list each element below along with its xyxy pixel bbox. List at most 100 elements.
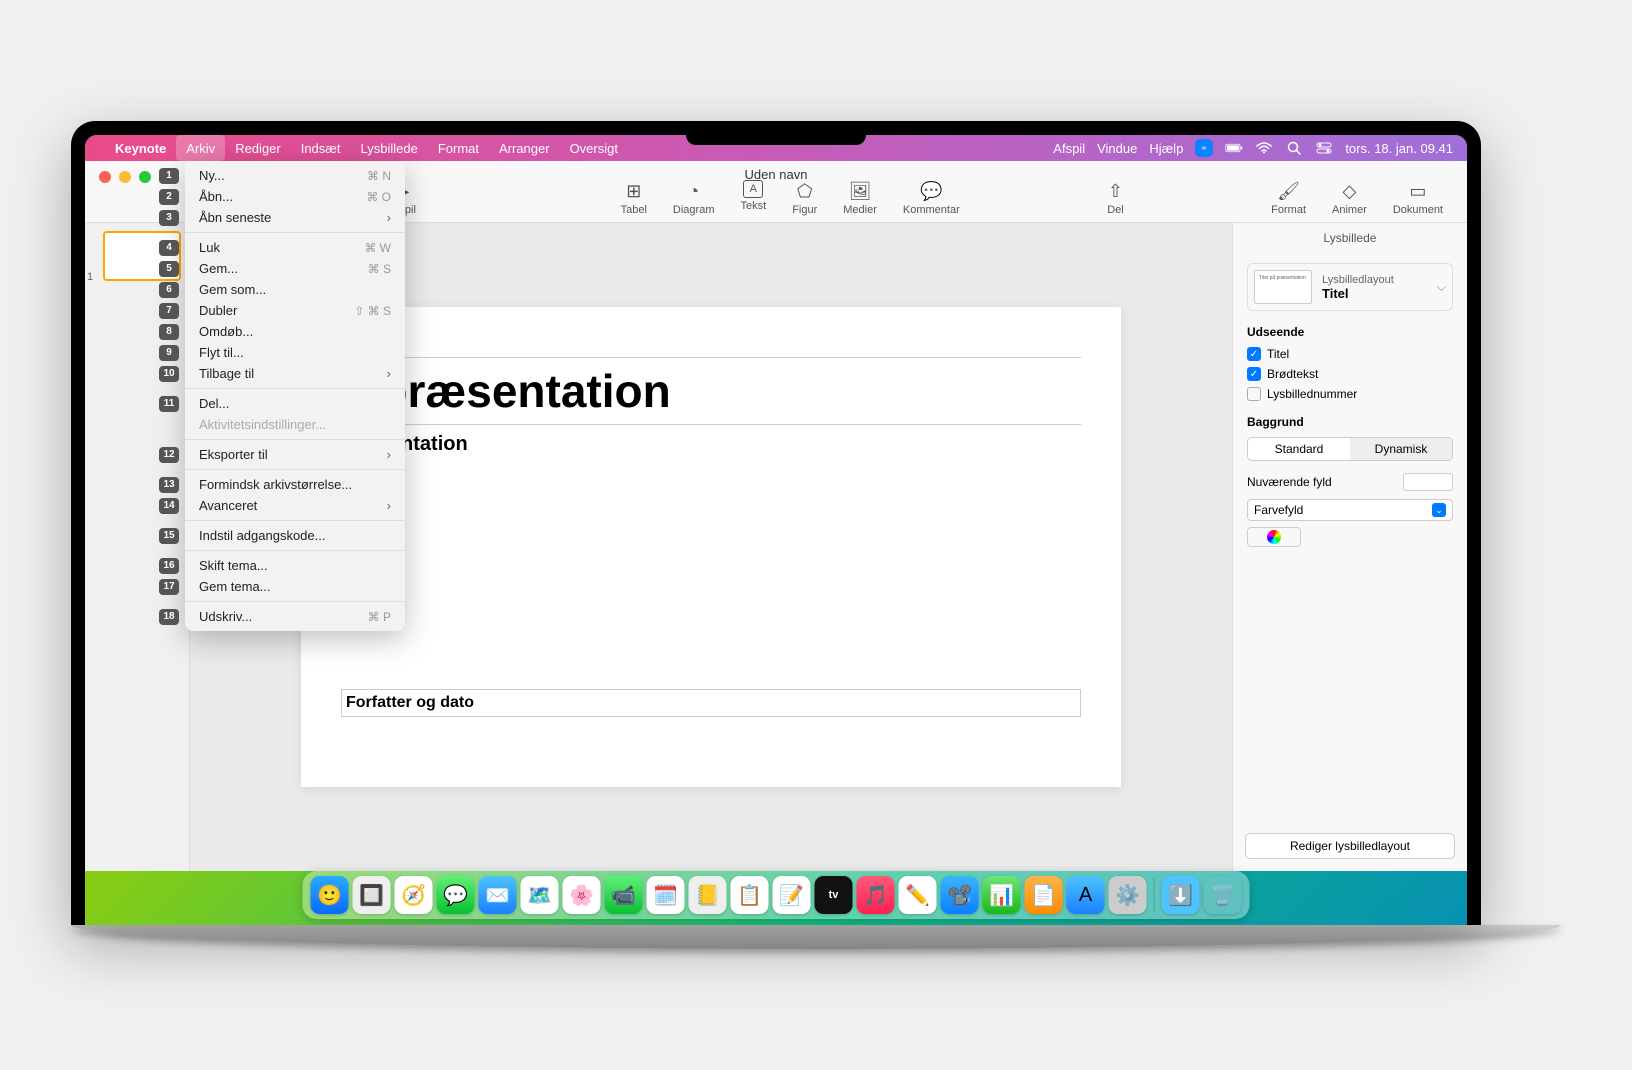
dock-notes[interactable]: 📝 — [773, 876, 811, 914]
menu-item[interactable]: 3Åbn seneste› — [185, 207, 405, 228]
dock-facetime[interactable]: 📹 — [605, 876, 643, 914]
menu-item[interactable]: 6Gem som... — [185, 279, 405, 300]
spotlight-icon[interactable] — [1285, 139, 1303, 157]
menu-hjaelp[interactable]: Hjælp — [1149, 141, 1183, 156]
checkbox-body[interactable]: ✓ — [1247, 367, 1261, 381]
dock-maps[interactable]: 🗺️ — [521, 876, 559, 914]
chevron-right-icon: › — [387, 366, 391, 381]
checkbox-title[interactable]: ✓ — [1247, 347, 1261, 361]
menu-arranger[interactable]: Arranger — [489, 135, 560, 161]
dock-downloads[interactable]: ⬇️ — [1162, 876, 1200, 914]
menu-item-label: Flyt til... — [199, 345, 244, 360]
menu-item[interactable]: 16Skift tema... — [185, 555, 405, 576]
dock-calendar[interactable]: 🗓️ — [647, 876, 685, 914]
dock-reminders[interactable]: 📋 — [731, 876, 769, 914]
menu-item[interactable]: 1Ny...⌘ N — [185, 165, 405, 186]
apple-menu[interactable] — [85, 135, 105, 161]
dock-mail[interactable]: ✉️ — [479, 876, 517, 914]
color-well[interactable] — [1247, 527, 1301, 547]
menubar-datetime[interactable]: tors. 18. jan. 09.41 — [1345, 141, 1453, 156]
menu-item-badge: 1 — [159, 168, 179, 184]
dock-numbers[interactable]: 📊 — [983, 876, 1021, 914]
menu-indsaet[interactable]: Indsæt — [291, 135, 351, 161]
audio-icon[interactable] — [1195, 139, 1213, 157]
format-panel-button[interactable]: 🖌Format — [1261, 180, 1316, 216]
wifi-icon[interactable] — [1255, 139, 1273, 157]
slide-author-text[interactable]: Forfatter og dato — [341, 689, 1081, 717]
menu-item[interactable]: 15Indstil adgangskode... — [185, 525, 405, 546]
menu-item-label: Dubler — [199, 303, 237, 318]
menu-item[interactable]: 12Eksporter til› — [185, 444, 405, 465]
comment-button[interactable]: 💬Kommentar — [893, 180, 970, 216]
menu-item-label: Gem tema... — [199, 579, 271, 594]
menu-item-label: Åbn seneste — [199, 210, 271, 225]
menu-item[interactable]: 5Gem...⌘ S — [185, 258, 405, 279]
share-button[interactable]: ⇧Del — [1094, 180, 1136, 216]
menu-item[interactable]: 7Dubler⇧ ⌘ S — [185, 300, 405, 321]
menu-item[interactable]: 13Formindsk arkivstørrelse... — [185, 474, 405, 495]
slide-navigator[interactable]: 1 — [85, 223, 190, 871]
menu-item[interactable]: 11Del... — [185, 393, 405, 414]
dock-appstore[interactable]: A — [1067, 876, 1105, 914]
edit-layout-button[interactable]: Rediger lysbilledlayout — [1245, 833, 1455, 859]
control-center-icon[interactable] — [1315, 139, 1333, 157]
fill-type-value: Farvefyld — [1254, 503, 1303, 517]
dock-music[interactable]: 🎵 — [857, 876, 895, 914]
shape-label: Figur — [792, 204, 817, 216]
dock-finder[interactable]: 🙂 — [311, 876, 349, 914]
table-button[interactable]: ⊞Tabel — [611, 180, 657, 216]
menu-vindue[interactable]: Vindue — [1097, 141, 1137, 156]
app-name[interactable]: Keynote — [105, 135, 176, 161]
layout-picker[interactable]: Titel på præsentation Lysbilledlayout Ti… — [1247, 263, 1453, 311]
text-label: Tekst — [741, 200, 767, 212]
current-fill-swatch[interactable] — [1403, 473, 1453, 491]
dock-tv[interactable]: tv — [815, 876, 853, 914]
menu-item[interactable]: 9Flyt til... — [185, 342, 405, 363]
shape-icon: ⬠ — [794, 180, 816, 202]
dock-contacts[interactable]: 📒 — [689, 876, 727, 914]
dock-photos[interactable]: 🌸 — [563, 876, 601, 914]
menu-item[interactable]: 10Tilbage til› — [185, 363, 405, 384]
dock-keynote[interactable]: 📽️ — [941, 876, 979, 914]
dock-settings[interactable]: ⚙️ — [1109, 876, 1147, 914]
text-button[interactable]: ATekst — [731, 180, 777, 216]
slide-subtitle-text[interactable]: præsentation — [341, 433, 1081, 456]
document-panel-button[interactable]: ▭Dokument — [1383, 180, 1453, 216]
dock-freeform[interactable]: ✏️ — [899, 876, 937, 914]
checkbox-slidenumber-label: Lysbillednummer — [1267, 387, 1357, 401]
media-button[interactable]: 🖼Medier — [833, 180, 887, 216]
animate-panel-button[interactable]: ◇Animer — [1322, 180, 1377, 216]
menu-afspil[interactable]: Afspil — [1053, 141, 1085, 156]
menu-item[interactable]: 4Luk⌘ W — [185, 237, 405, 258]
chart-label: Diagram — [673, 204, 715, 216]
fill-type-select[interactable]: Farvefyld ⌄ — [1247, 499, 1453, 521]
menu-oversigt[interactable]: Oversigt — [560, 135, 628, 161]
slide[interactable]: å præsentation præsentation Forfatter og… — [301, 307, 1121, 787]
menu-item[interactable]: 2Åbn...⌘ O — [185, 186, 405, 207]
menu-item[interactable]: 17Gem tema... — [185, 576, 405, 597]
menu-lysbillede[interactable]: Lysbillede — [350, 135, 427, 161]
background-segmented[interactable]: Standard Dynamisk — [1247, 437, 1453, 461]
dock-safari[interactable]: 🧭 — [395, 876, 433, 914]
chart-button[interactable]: ◔Diagram — [663, 180, 725, 216]
checkbox-slidenumber[interactable] — [1247, 387, 1261, 401]
menu-rediger[interactable]: Rediger — [225, 135, 291, 161]
battery-icon[interactable] — [1225, 139, 1243, 157]
menu-item[interactable]: 18Udskriv...⌘ P — [185, 606, 405, 627]
menu-arkiv[interactable]: Arkiv — [176, 135, 225, 161]
dock-pages[interactable]: 📄 — [1025, 876, 1063, 914]
dock-trash[interactable]: 🗑️ — [1204, 876, 1242, 914]
menu-item-badge: 11 — [159, 396, 179, 412]
menu-item[interactable]: 14Avanceret› — [185, 495, 405, 516]
menu-item-label: Tilbage til — [199, 366, 254, 381]
menu-format[interactable]: Format — [428, 135, 489, 161]
seg-dynamic[interactable]: Dynamisk — [1350, 438, 1452, 460]
shape-button[interactable]: ⬠ Figur — [782, 180, 827, 216]
slide-title-text[interactable]: å præsentation — [341, 357, 1081, 425]
seg-standard[interactable]: Standard — [1248, 438, 1350, 460]
menu-item[interactable]: 8Omdøb... — [185, 321, 405, 342]
menu-item-label: Omdøb... — [199, 324, 253, 339]
layout-label: Lysbilledlayout — [1322, 274, 1427, 286]
dock-launchpad[interactable]: 🔲 — [353, 876, 391, 914]
dock-messages[interactable]: 💬 — [437, 876, 475, 914]
